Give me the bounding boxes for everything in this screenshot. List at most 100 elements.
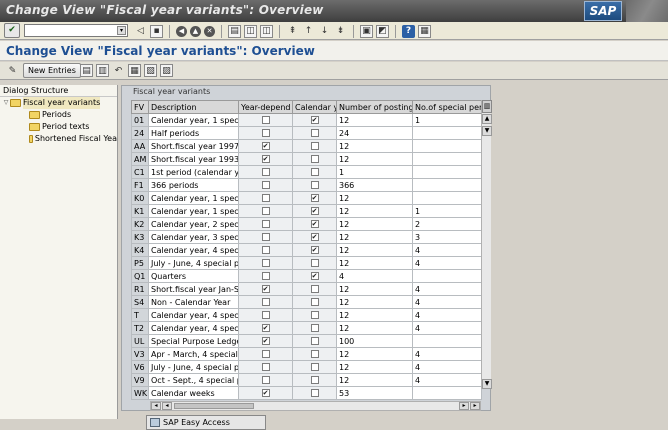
table-row[interactable]: S4 Non - Calendar Year 12 4 (131, 295, 482, 309)
tree-node-fiscal-year-variants[interactable]: ▽ Fiscal year variants (0, 97, 117, 109)
year-dependent-checkbox[interactable] (261, 298, 270, 306)
year-dependent-checkbox[interactable]: ✔ (261, 389, 270, 397)
scroll-down-icon[interactable]: ▼ (482, 126, 492, 136)
display-change-icon[interactable]: ✎ (6, 64, 19, 77)
cell-description[interactable]: Calendar year, 1 spec. pe (148, 204, 239, 218)
year-dependent-checkbox[interactable] (261, 207, 270, 215)
horizontal-scrollbar[interactable]: ◂ ◂ ▸ ▸ (150, 401, 481, 411)
cell-special-periods[interactable]: 1 (412, 204, 482, 218)
cell-special-periods[interactable]: 4 (412, 321, 482, 335)
table-row[interactable]: K0Calendar year, 1 spec. pe ✔ 12 (131, 191, 482, 205)
tree-node-shortened-fiscal-year[interactable]: Shortened Fiscal Yea (0, 133, 117, 145)
cell-fv[interactable]: 24 (131, 126, 149, 140)
cell-fv[interactable]: UL (131, 334, 149, 348)
calendar-year-checkbox[interactable] (310, 324, 319, 332)
next-page-icon[interactable]: ↓ (318, 25, 331, 38)
calendar-year-checkbox[interactable]: ✔ (310, 194, 319, 202)
calendar-year-checkbox[interactable]: ✔ (310, 246, 319, 254)
cell-description[interactable]: Special Purpose Ledger (148, 334, 239, 348)
scroll-first-icon[interactable]: ◂ (151, 402, 161, 410)
new-session-icon[interactable]: ▣ (360, 24, 373, 38)
help-icon[interactable]: ? (402, 24, 415, 38)
cell-number-of-posting[interactable]: 12 (336, 347, 413, 361)
cell-special-periods[interactable] (412, 334, 482, 348)
cell-description[interactable]: Calendar year, 2 spec. pe (148, 217, 239, 231)
cell-special-periods[interactable] (412, 139, 482, 153)
cell-fv[interactable]: WK (131, 386, 149, 400)
year-dependent-checkbox[interactable] (261, 363, 270, 371)
cell-special-periods[interactable]: 4 (412, 295, 482, 309)
cell-description[interactable]: Calendar year, 1 spec. p (148, 113, 239, 127)
cell-description[interactable]: Calendar year, 4 spec. pe (148, 321, 239, 335)
year-dependent-checkbox[interactable]: ✔ (261, 324, 270, 332)
cell-fv[interactable]: K2 (131, 217, 149, 231)
cell-description[interactable]: Calendar year, 4 spec. pe (148, 308, 239, 322)
table-row[interactable]: V9Oct - Sept., 4 special peri 124 (131, 373, 482, 387)
cell-fv[interactable]: AM (131, 152, 149, 166)
cell-description[interactable]: Calendar year, 1 spec. pe (148, 191, 239, 205)
cell-fv[interactable]: V3 (131, 347, 149, 361)
cell-special-periods[interactable]: 4 (412, 373, 482, 387)
cell-special-periods[interactable]: 4 (412, 243, 482, 257)
copy-as-icon[interactable]: ▤ (80, 64, 93, 77)
table-row[interactable]: V6July - June, 4 special peri 124 (131, 360, 482, 374)
cell-number-of-posting[interactable]: 1 (336, 165, 413, 179)
cell-number-of-posting[interactable]: 12 (336, 243, 413, 257)
table-row[interactable]: TCalendar year, 4 spec. pe 124 (131, 308, 482, 322)
command-field[interactable]: ▾ (24, 24, 128, 37)
column-header-calendar-year[interactable]: Calendar yr (292, 100, 337, 114)
cell-fv[interactable]: V9 (131, 373, 149, 387)
exit-icon[interactable]: ▲ (190, 25, 201, 37)
cell-description[interactable]: Calendar weeks (148, 386, 239, 400)
year-dependent-checkbox[interactable] (261, 246, 270, 254)
cell-number-of-posting[interactable]: 12 (336, 295, 413, 309)
calendar-year-checkbox[interactable] (310, 376, 319, 384)
cell-number-of-posting[interactable]: 366 (336, 178, 413, 192)
column-header-number-of-posting[interactable]: Number of posting (336, 100, 413, 114)
cell-number-of-posting[interactable]: 12 (336, 204, 413, 218)
calendar-year-checkbox[interactable] (310, 142, 319, 150)
column-header-fv[interactable]: FV (131, 100, 149, 114)
year-dependent-checkbox[interactable]: ✔ (261, 285, 270, 293)
expand-arrow-icon[interactable]: ▽ (2, 97, 10, 109)
delete-icon[interactable]: ▥ (96, 64, 109, 77)
column-header-year-dependent[interactable]: Year-depend (238, 100, 293, 114)
calendar-year-checkbox[interactable] (310, 129, 319, 137)
find-icon[interactable]: ◫ (244, 24, 257, 38)
cell-special-periods[interactable]: 1 (412, 113, 482, 127)
cell-special-periods[interactable] (412, 152, 482, 166)
cell-number-of-posting[interactable]: 4 (336, 269, 413, 283)
cell-number-of-posting[interactable]: 53 (336, 386, 413, 400)
cell-fv[interactable]: T (131, 308, 149, 322)
cell-special-periods[interactable] (412, 165, 482, 179)
cell-fv[interactable]: AA (131, 139, 149, 153)
cell-number-of-posting[interactable]: 12 (336, 139, 413, 153)
cell-number-of-posting[interactable]: 24 (336, 126, 413, 140)
scroll-last-icon[interactable]: ▸ (470, 402, 480, 410)
year-dependent-checkbox[interactable] (261, 272, 270, 280)
cell-number-of-posting[interactable]: 12 (336, 230, 413, 244)
cell-number-of-posting[interactable]: 12 (336, 373, 413, 387)
scroll-up-icon[interactable]: ▲ (482, 114, 492, 124)
previous-page-icon[interactable]: ↑ (302, 25, 315, 38)
table-row[interactable]: K1Calendar year, 1 spec. pe ✔ 121 (131, 204, 482, 218)
cell-special-periods[interactable] (412, 269, 482, 283)
cell-number-of-posting[interactable]: 12 (336, 191, 413, 205)
cell-special-periods[interactable]: 3 (412, 230, 482, 244)
cell-number-of-posting[interactable]: 100 (336, 334, 413, 348)
year-dependent-checkbox[interactable] (261, 220, 270, 228)
cell-description[interactable]: Non - Calendar Year (148, 295, 239, 309)
calendar-year-checkbox[interactable] (310, 389, 319, 397)
calendar-year-checkbox[interactable]: ✔ (310, 272, 319, 280)
find-next-icon[interactable]: ◫ (260, 24, 273, 38)
calendar-year-checkbox[interactable]: ✔ (310, 207, 319, 215)
enter-button[interactable]: ✔ (4, 23, 20, 38)
table-row[interactable]: UL Special Purpose Ledger ✔ 100 (131, 334, 482, 348)
cell-fv[interactable]: K1 (131, 204, 149, 218)
select-block-icon[interactable]: ▧ (144, 64, 157, 77)
chevron-left-icon[interactable]: ◁ (134, 25, 147, 38)
table-row[interactable]: 24 Half periods 24 (131, 126, 482, 140)
cell-special-periods[interactable]: 4 (412, 347, 482, 361)
cell-fv[interactable]: F1 (131, 178, 149, 192)
back-icon[interactable]: ◀ (176, 25, 187, 37)
